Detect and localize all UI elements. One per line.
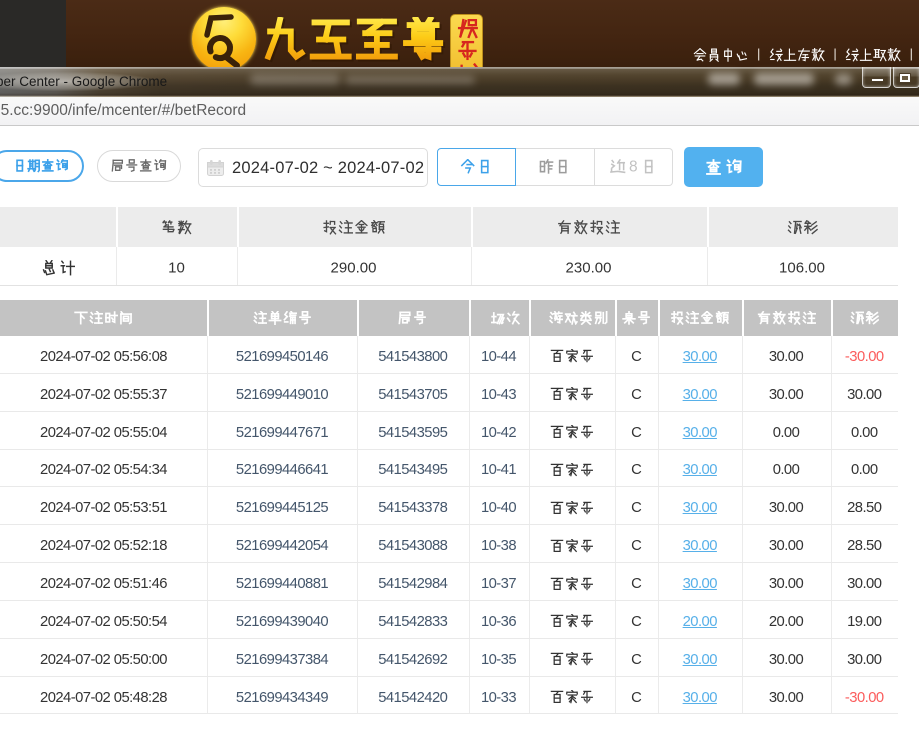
svg-text:8: 8	[629, 159, 638, 175]
